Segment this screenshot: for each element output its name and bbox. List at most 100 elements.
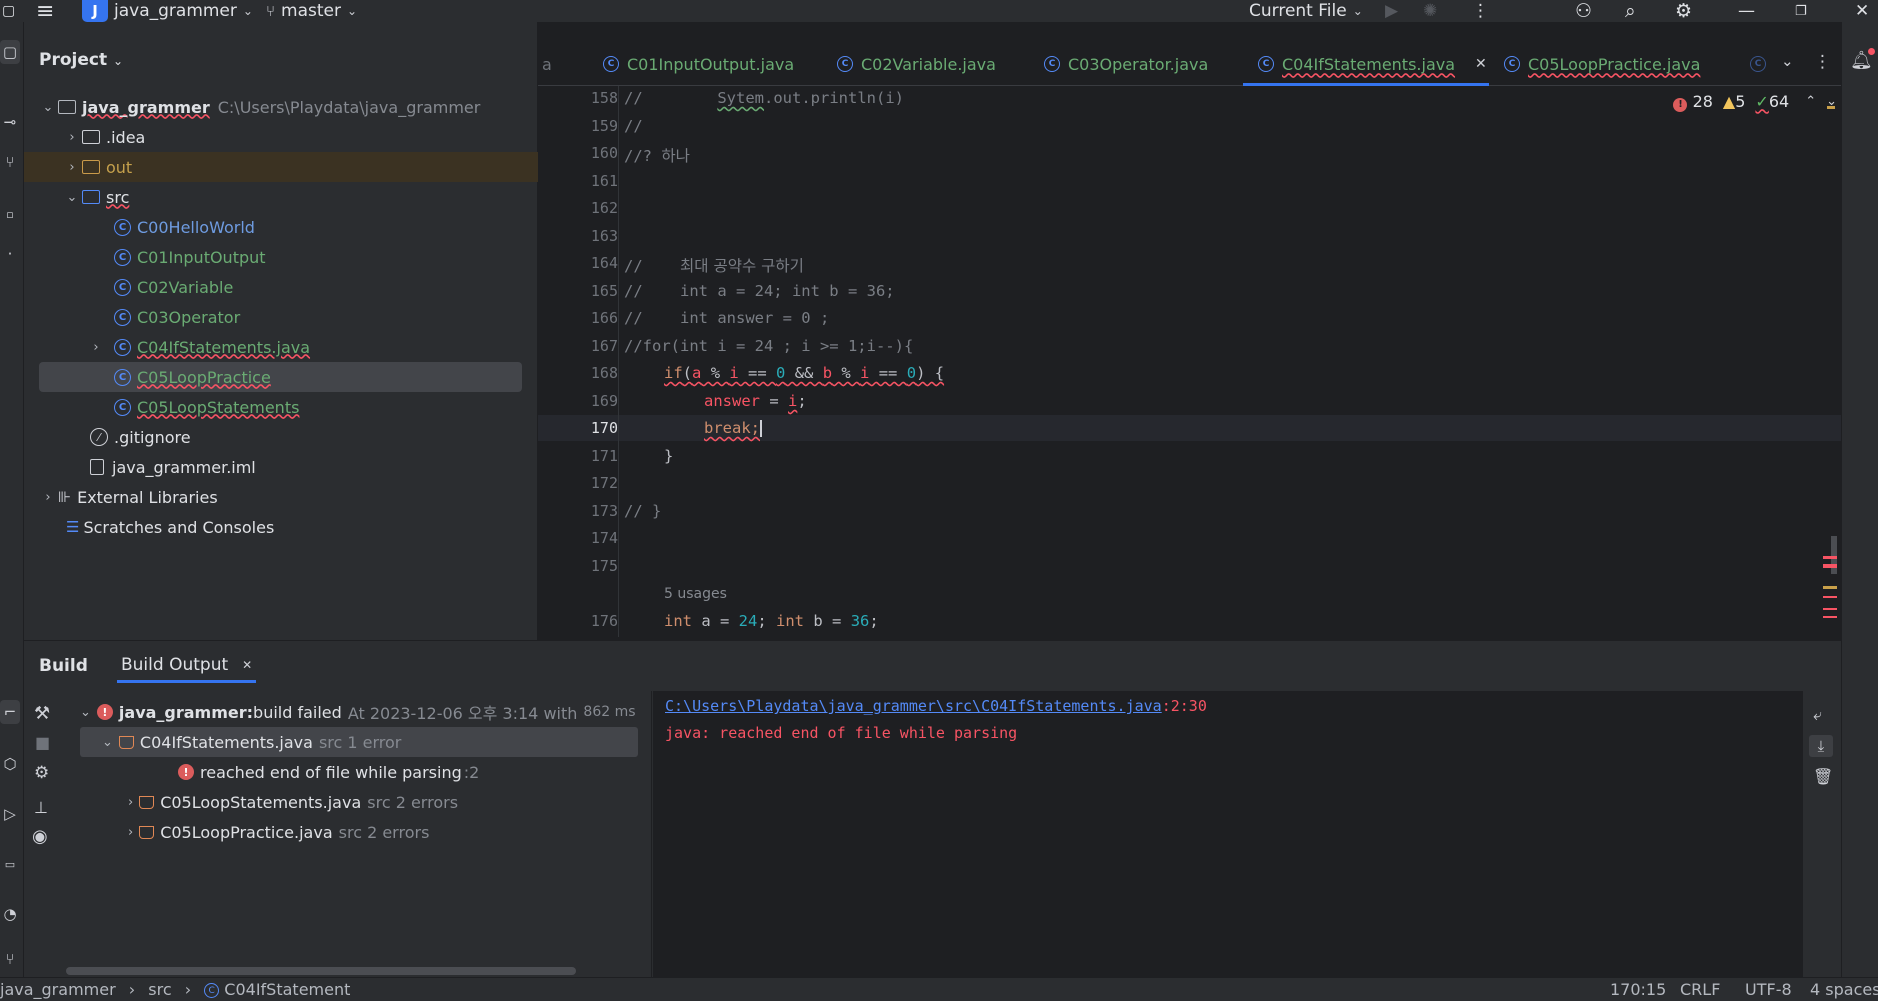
tree-item-class-selected[interactable]: C C05LoopPractice — [39, 362, 522, 392]
close-tab-icon[interactable]: ✕ — [242, 658, 252, 672]
file-encoding[interactable]: UTF-8 — [1745, 980, 1792, 999]
settings-gear-icon[interactable]: ⚙ — [1675, 0, 1692, 22]
tree-item-class[interactable]: C C02Variable — [24, 272, 538, 302]
project-panel-header[interactable]: Project ⌄ — [39, 50, 123, 70]
console-file-link[interactable]: C:\Users\Playdata\java_grammer\src\C04If… — [665, 697, 1162, 715]
debug-icon[interactable]: ✺ — [1423, 0, 1437, 22]
services-tool-icon[interactable]: ⬡ — [0, 752, 20, 776]
more-actions-icon[interactable]: ⋮ — [1472, 0, 1489, 22]
build-toolbar: ⚒ ■ ⚙ ⊥ ◉ — [24, 691, 66, 978]
title-bar: ▢ ≡ J java_grammer ⌄ ⑂ master ⌄ Current … — [0, 0, 1878, 24]
tree-item-scratches[interactable]: ☰ Scratches and Consoles — [24, 512, 538, 542]
structure-tool-icon[interactable]: ▫ — [0, 202, 20, 226]
scroll-to-end-icon[interactable]: ⤓ — [1809, 735, 1833, 757]
inspection-widget[interactable]: ! 28 ▲5 ✓64 ⌃ ⌄ — [1673, 92, 1837, 112]
close-window-icon[interactable]: ✕ — [1855, 0, 1869, 22]
git-tool-icon[interactable]: ⑂ — [0, 947, 20, 971]
typo-count[interactable]: ✓64 — [1755, 92, 1789, 111]
build-error-row[interactable]: ! reached end of file while parsing :2 — [178, 757, 479, 787]
tab-c01inputoutput[interactable]: C C01InputOutput.java — [603, 42, 794, 86]
tree-item-class[interactable]: C C05LoopStatements — [24, 392, 538, 422]
breadcrumb-src[interactable]: src — [148, 980, 171, 999]
tree-item-label: External Libraries — [77, 487, 218, 507]
vcs-tool-icon[interactable]: ⑂ — [0, 150, 20, 174]
more-tabs-icon[interactable]: ⋮ — [1814, 52, 1831, 72]
tree-item-class[interactable]: C C01InputOutput — [24, 242, 538, 272]
build-root-row[interactable]: ⌄ ! java_grammer: build failed At 2023-1… — [80, 697, 636, 727]
error-stripe-mark[interactable] — [1823, 596, 1837, 598]
error-stripe-mark[interactable] — [1823, 616, 1837, 618]
tree-item-class[interactable]: › C C04IfStatements.java — [24, 332, 538, 362]
tab-partial[interactable]: C — [1750, 42, 1766, 86]
tab-hidden-partial[interactable]: a — [542, 42, 552, 86]
build-tool-icon[interactable]: ⌐ — [0, 700, 20, 724]
commit-tool-icon[interactable]: ⊸ — [0, 110, 20, 134]
tree-item-class[interactable]: C C03Operator — [24, 302, 538, 332]
settings-gear-icon[interactable]: ⚙ — [34, 763, 49, 783]
minimize-icon[interactable]: — — [1738, 0, 1755, 22]
usages-hint[interactable]: 5 usages — [664, 586, 727, 602]
tree-item-iml[interactable]: java_grammer.iml — [24, 452, 538, 482]
run-tool-icon[interactable]: ▷ — [0, 802, 20, 826]
warning-count[interactable]: ▲5 — [1723, 92, 1746, 111]
tab-c04ifstatements-active[interactable]: C C04IfStatements.java ✕ — [1258, 42, 1487, 86]
warning-stripe-mark[interactable] — [1823, 586, 1837, 589]
error-count[interactable]: ! 28 — [1673, 92, 1713, 112]
tree-item-idea[interactable]: › .idea — [24, 122, 538, 152]
error-stripe-mark[interactable] — [1823, 608, 1837, 610]
tree-item-out[interactable]: › out — [24, 152, 538, 182]
library-icon: ⊪ — [58, 488, 72, 506]
project-tool-icon[interactable]: ▢ — [0, 40, 20, 64]
pin-icon[interactable]: ⊥ — [34, 798, 48, 817]
caret-position[interactable]: 170:15 — [1610, 980, 1666, 999]
tree-root[interactable]: ⌄ java_grammer C:\Users\Playdata\java_gr… — [24, 92, 538, 122]
close-tab-icon[interactable]: ✕ — [1475, 56, 1487, 72]
add-user-icon[interactable]: ⚇ — [1575, 0, 1592, 22]
more-tools-icon[interactable]: · — [0, 242, 20, 266]
line-separator[interactable]: CRLF — [1680, 980, 1720, 999]
tab-c03operator[interactable]: C C03Operator.java — [1044, 42, 1208, 86]
tab-c02variable[interactable]: C C02Variable.java — [837, 42, 996, 86]
restore-icon[interactable]: ❐ — [1795, 0, 1807, 22]
soft-wrap-icon[interactable]: ⤶ — [1813, 705, 1822, 725]
build-console[interactable]: C:\Users\Playdata\java_grammer\src\C04If… — [653, 691, 1803, 978]
tab-c05looppractice[interactable]: C C05LoopPractice.java — [1504, 42, 1700, 86]
branch-selector[interactable]: ⑂ master ⌄ — [266, 0, 357, 22]
build-hammer-icon[interactable]: ⚒ — [34, 703, 50, 724]
code-editor[interactable]: 158 159 160 161 162 163 164 165 166 167 … — [538, 86, 1841, 637]
editor-scrollbar-thumb[interactable] — [1831, 536, 1837, 574]
tree-item-label: C03Operator — [137, 307, 241, 327]
build-file-row[interactable]: › C05LoopStatements.java src 2 errors — [128, 787, 458, 817]
terminal-tool-icon[interactable]: ▭ — [0, 852, 20, 876]
tree-item-class[interactable]: C C00HelloWorld — [24, 212, 538, 242]
tree-item-src[interactable]: ⌄ src — [24, 182, 538, 212]
build-file-row[interactable]: › C05LoopPractice.java src 2 errors — [128, 817, 429, 847]
error-stripe-mark[interactable] — [1823, 564, 1837, 568]
stop-icon[interactable]: ■ — [35, 733, 50, 752]
project-selector[interactable]: J java_grammer ⌄ — [82, 0, 253, 22]
chevron-down-icon[interactable]: ⌄ — [1781, 52, 1794, 70]
class-icon: C — [114, 248, 131, 266]
error-stripe-mark[interactable] — [1823, 556, 1837, 559]
search-icon[interactable]: ⌕ — [1625, 0, 1636, 22]
tab-build-output[interactable]: Build Output ✕ — [117, 649, 257, 683]
tree-item-gitignore[interactable]: ⁄ .gitignore — [24, 422, 538, 452]
indent-setting[interactable]: 4 spaces — [1810, 980, 1878, 999]
warning-stripe-mark[interactable] — [1827, 106, 1835, 109]
problems-tool-icon[interactable]: ◔ — [0, 902, 20, 926]
breadcrumb-project[interactable]: java_grammer — [0, 980, 116, 999]
previous-highlight-icon[interactable]: ⌃ — [1805, 94, 1816, 109]
tree-item-external-libraries[interactable]: › ⊪ External Libraries — [24, 482, 538, 512]
class-icon: C — [837, 56, 853, 72]
breadcrumb-class[interactable]: C04IfStatement — [224, 980, 350, 999]
build-file-row-selected[interactable]: ⌄ C04IfStatements.java src 1 error — [80, 727, 638, 757]
horizontal-scrollbar-thumb[interactable] — [66, 967, 576, 975]
main-menu-icon[interactable]: ≡ — [36, 0, 54, 24]
eye-icon[interactable]: ◉ — [32, 826, 48, 847]
run-icon[interactable]: ▶ — [1385, 0, 1398, 22]
clear-trash-icon[interactable]: 🗑︎ — [1813, 767, 1833, 786]
tab-label: Build Output — [121, 654, 229, 675]
run-config-selector[interactable]: Current File ⌄ — [1249, 0, 1363, 22]
line-number: 165 — [590, 282, 618, 300]
class-icon: C — [114, 338, 131, 356]
